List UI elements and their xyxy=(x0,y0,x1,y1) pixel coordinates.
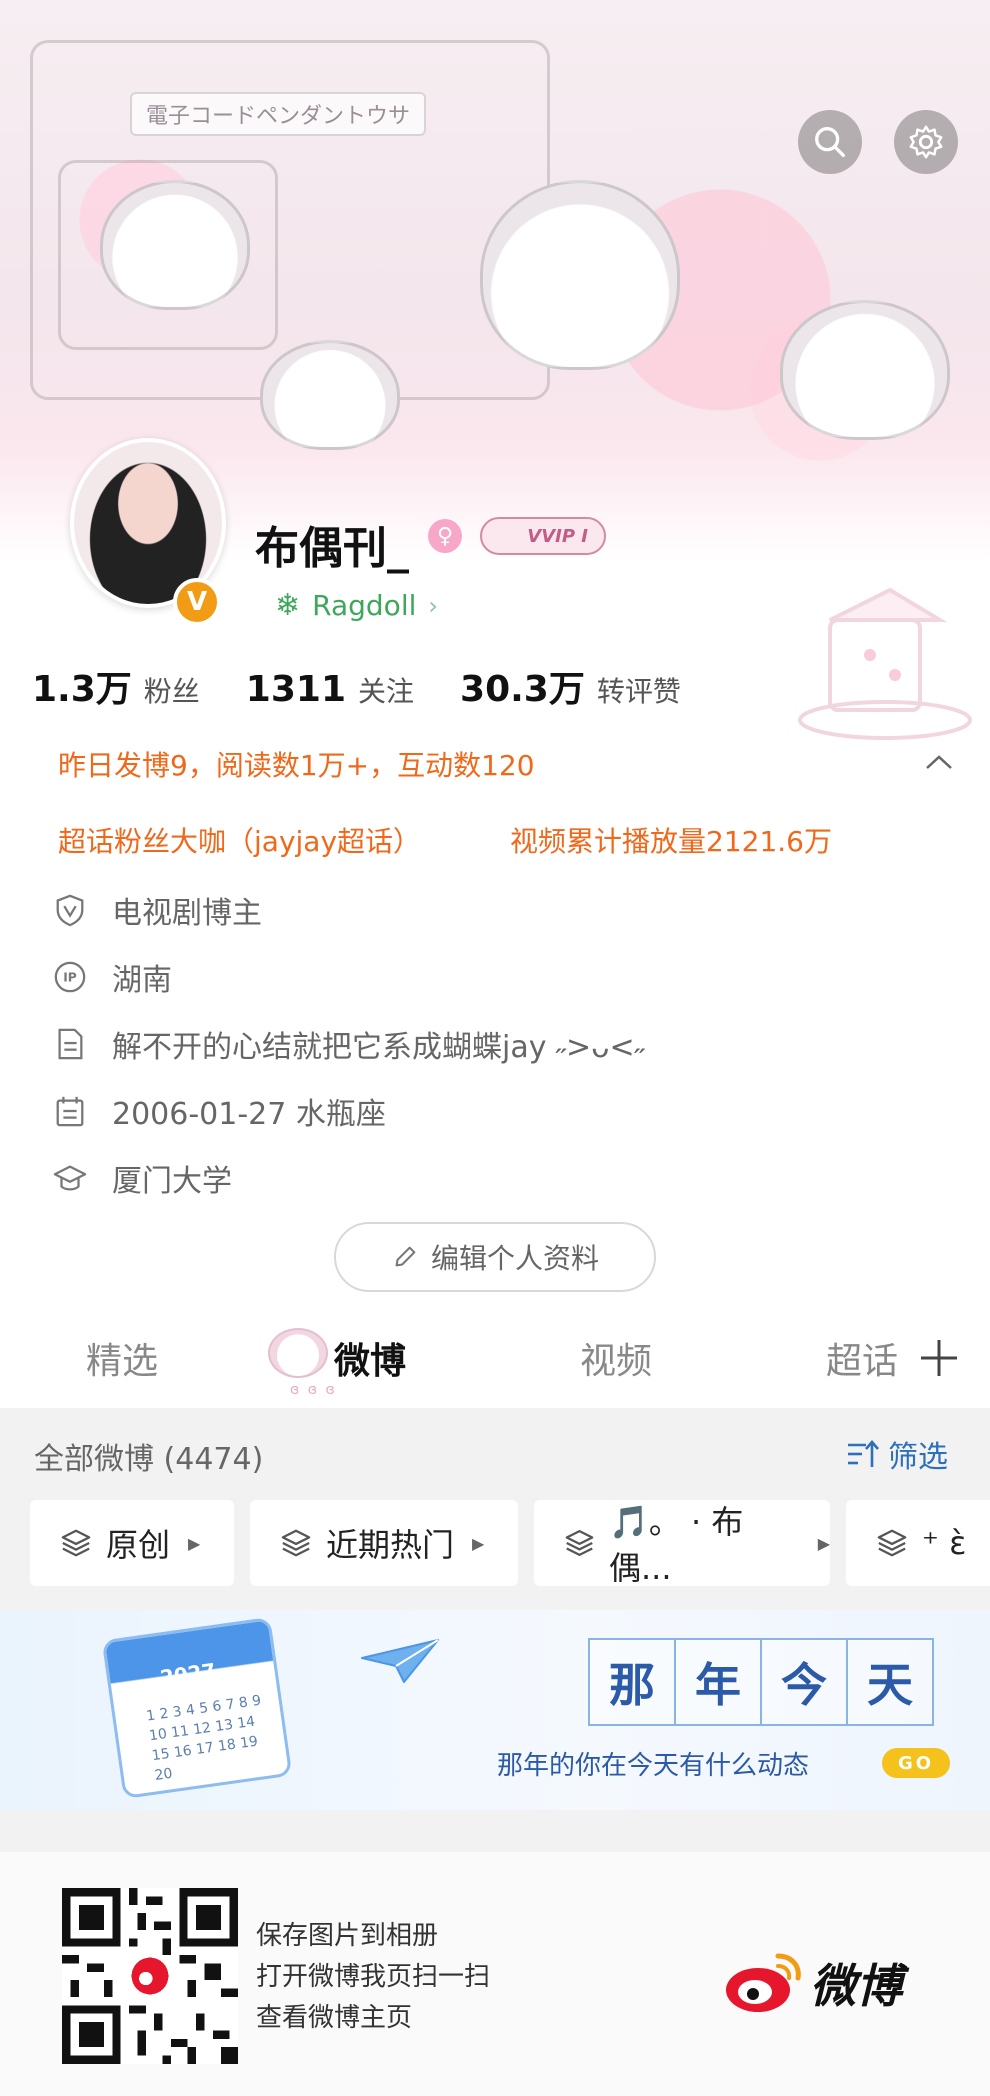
layers-icon xyxy=(877,1529,907,1557)
on-this-day-title: 那 年 今 天 xyxy=(588,1638,934,1726)
stat-value: 30.3万 xyxy=(460,669,585,710)
layers-icon xyxy=(61,1529,91,1557)
caret-right-icon: ▶ xyxy=(817,1533,830,1553)
qr-instruction-line: 打开微博我页扫一扫 xyxy=(256,1962,491,1992)
paper-plane-icon xyxy=(361,1639,439,1683)
fan-group-name: Ragdoll xyxy=(312,589,417,622)
verified-badge: V xyxy=(173,578,221,626)
chevron-right-icon: › xyxy=(428,591,438,620)
stat-reposts-comments-likes[interactable]: 30.3万 转评赞 xyxy=(460,660,681,712)
bunny-tab-decoration-icon xyxy=(268,1328,328,1378)
chip-label: 近期热门 xyxy=(326,1526,455,1564)
calendar-numbers: 1 2 3 4 5 6 7 8 9 10 11 12 13 14 15 16 1… xyxy=(145,1692,263,1784)
chip-more-collection[interactable]: ⁺ ɛ̀ xyxy=(846,1500,990,1586)
title-char: 那 xyxy=(588,1638,676,1726)
shield-v-icon xyxy=(52,892,88,928)
stat-value: 1311 xyxy=(245,669,346,710)
stat-following[interactable]: 1311 关注 xyxy=(246,669,414,710)
chip-label: ⁺ ɛ̀ xyxy=(922,1524,967,1562)
profile-tabs: 精选 微博 视频 超话 xyxy=(0,1318,990,1408)
tab-decoration-text: ɞ ɞ ɞ xyxy=(290,1382,337,1398)
info-location-text: 湖南 xyxy=(112,963,172,998)
weibo-eye-logo-icon xyxy=(726,1953,801,2012)
weibo-logo-text: 微博 xyxy=(810,1959,902,2013)
stat-value: 1.3万 xyxy=(32,669,132,710)
stat-label: 转评赞 xyxy=(596,675,681,708)
cover-bunny-small xyxy=(260,340,400,450)
weibo-logo: 微博 xyxy=(722,1950,902,2016)
go-button[interactable]: GO xyxy=(882,1748,950,1778)
info-location: IP 湖南 xyxy=(52,955,172,999)
yesterday-activity-stats[interactable]: 昨日发博9，阅读数1万+，互动数120 xyxy=(58,744,535,784)
chip-original[interactable]: 原创 ▶ xyxy=(30,1500,234,1586)
female-gender-icon: ♀ xyxy=(428,519,462,553)
ip-location-icon: IP xyxy=(52,959,88,995)
stat-followers[interactable]: 1.3万 粉丝 xyxy=(32,660,200,712)
vvip-badge[interactable]: VVIP I xyxy=(480,517,606,555)
filter-button[interactable]: 筛选 xyxy=(846,1432,948,1476)
snowflake-icon: ❄ xyxy=(275,588,301,623)
pencil-icon xyxy=(395,1246,416,1267)
search-button[interactable] xyxy=(798,110,862,174)
chip-recent-hot[interactable]: 近期热门 ▶ xyxy=(250,1500,518,1586)
cover-bunny-center xyxy=(480,180,680,370)
cover-bunny-right xyxy=(780,300,950,440)
info-birthday: 2006-01-27 水瓶座 xyxy=(52,1089,386,1133)
settings-button[interactable] xyxy=(894,110,958,174)
layers-icon xyxy=(565,1530,594,1556)
super-topic-fan-title[interactable]: 超话粉丝大咖（jayjay超话） xyxy=(58,820,421,860)
info-school-text: 厦门大学 xyxy=(112,1164,232,1199)
info-category-text: 电视剧博主 xyxy=(112,896,262,931)
title-char: 年 xyxy=(674,1638,762,1726)
caret-right-icon: ▶ xyxy=(188,1533,201,1553)
chip-custom-collection[interactable]: 🎵。 · 布偶... ▶ xyxy=(534,1500,830,1587)
edit-profile-button[interactable]: 编辑个人资料 xyxy=(334,1222,656,1292)
graduation-cap-icon xyxy=(52,1160,88,1196)
search-icon xyxy=(815,127,845,157)
calendar-icon xyxy=(52,1093,88,1129)
on-this-day-subtitle: 那年的你在今天有什么动态 xyxy=(497,1751,810,1781)
tab-featured[interactable]: 精选 xyxy=(86,1332,158,1384)
title-char: 天 xyxy=(846,1638,934,1726)
collapse-chevron-up-icon[interactable] xyxy=(924,748,954,778)
qr-instruction-line: 查看微博主页 xyxy=(256,2003,413,2033)
info-bio-text: 解不开的心结就把它系成蝴蝶jay ˶>ᴗ<˶ xyxy=(112,1030,645,1065)
qr-code-icon[interactable] xyxy=(62,1888,238,2064)
chip-label: 原创 xyxy=(106,1526,171,1564)
sort-filter-icon xyxy=(848,1440,879,1467)
cake-decoration-icon xyxy=(798,587,972,740)
info-category: 电视剧博主 xyxy=(52,888,262,932)
filter-label: 筛选 xyxy=(888,1440,948,1475)
stat-label: 粉丝 xyxy=(143,675,200,708)
title-char: 今 xyxy=(760,1638,848,1726)
svg-text:IP: IP xyxy=(63,971,77,985)
username: 布偶刊_ xyxy=(255,523,409,574)
profile-stats: 1.3万 粉丝 1311 关注 30.3万 转评赞 xyxy=(32,660,727,712)
fan-group-link[interactable]: ❄ Ragdoll › xyxy=(275,588,438,623)
chip-label: 🎵。 · 布偶... xyxy=(609,1503,744,1587)
cover-caption: 電子コードペンダントウサ xyxy=(130,92,427,136)
edit-profile-label: 编辑个人资料 xyxy=(430,1242,599,1275)
cover-bunny-left xyxy=(100,180,250,310)
caret-right-icon: ▶ xyxy=(472,1533,485,1553)
info-birthday-text: 2006-01-27 水瓶座 xyxy=(112,1097,386,1132)
info-bio: 解不开的心结就把它系成蝴蝶jay ˶>ᴗ<˶ xyxy=(52,1022,645,1066)
document-icon xyxy=(52,1026,88,1062)
gear-icon xyxy=(909,125,943,159)
tab-super-topic[interactable]: 超话 xyxy=(826,1332,898,1384)
add-tab-plus-icon[interactable] xyxy=(915,1334,963,1382)
qr-instructions: 保存图片到相册 打开微博我页扫一扫 查看微博主页 xyxy=(256,1916,490,2039)
stat-label: 关注 xyxy=(358,675,415,708)
info-school: 厦门大学 xyxy=(52,1156,232,1200)
all-posts-count: 全部微博 (4474) xyxy=(34,1442,264,1477)
qr-instruction-line: 保存图片到相册 xyxy=(256,1921,439,1951)
tab-weibo[interactable]: 微博 xyxy=(334,1332,406,1384)
tab-video[interactable]: 视频 xyxy=(580,1332,652,1384)
video-play-count[interactable]: 视频累计播放量2121.6万 xyxy=(510,820,832,860)
layers-icon xyxy=(281,1529,311,1557)
